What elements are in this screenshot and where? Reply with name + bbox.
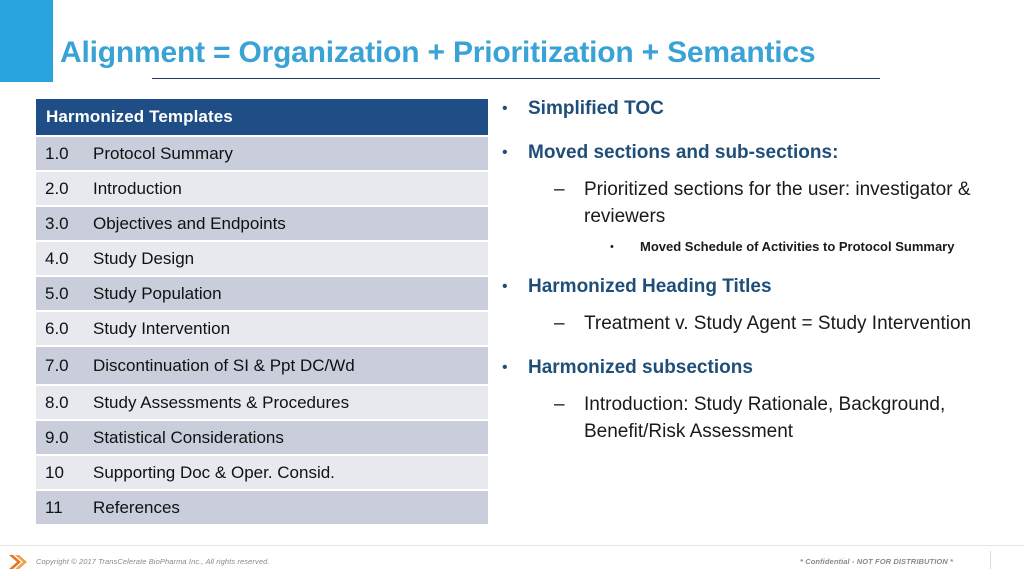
table-row: 11 References [36, 491, 488, 524]
table-row: 7.0 Discontinuation of SI & Ppt DC/Wd [36, 347, 488, 384]
table-cell-label: References [93, 497, 180, 517]
table-body: 1.0 Protocol Summary 2.0 Introduction 3.0 Obj… [36, 137, 488, 524]
bullet-item-level-1: • Harmonized Heading Titles [502, 274, 1002, 300]
table-row: 6.0 Study Intervention [36, 312, 488, 345]
transcelerate-logo-icon [8, 553, 28, 571]
dot-bullet-icon: • [502, 144, 508, 161]
bullet-item-level-1: • Harmonized subsections [502, 355, 1002, 381]
table-cell-number: 6.0 [45, 318, 69, 338]
table-cell-number: 4.0 [45, 248, 69, 268]
table-row: 10 Supporting Doc & Oper. Consid. [36, 456, 488, 489]
bullet-text: Harmonized subsections [528, 357, 753, 378]
table-cell-number: 3.0 [45, 213, 69, 233]
bullet-item-level-3: • Moved Schedule of Activities to Protoco… [502, 238, 1002, 256]
table-row: 2.0 Introduction [36, 172, 488, 205]
table-header: Harmonized Templates [36, 99, 488, 135]
table-row: 4.0 Study Design [36, 242, 488, 275]
table-cell-number: 2.0 [45, 178, 69, 198]
bullet-item-level-2: – Introduction: Study Rationale, Backgrou… [502, 391, 1002, 445]
table-cell-label: Study Population [93, 283, 222, 303]
harmonized-templates-table: Harmonized Templates 1.0 Protocol Summary… [36, 99, 488, 524]
table-row: 1.0 Protocol Summary [36, 137, 488, 170]
table-cell-label: Discontinuation of SI & Ppt DC/Wd [93, 355, 355, 375]
table-cell-label: Introduction [93, 178, 182, 198]
dot-bullet-icon: • [502, 100, 508, 117]
table-cell-label: Study Intervention [93, 318, 231, 338]
table-row: 5.0 Study Population [36, 277, 488, 310]
bullet-text: Treatment v. Study Agent = Study Interve… [584, 313, 972, 334]
title-divider [152, 78, 880, 79]
dot-bullet-icon: • [610, 241, 614, 253]
bullet-item-level-1: • Simplified TOC [502, 96, 1002, 122]
dash-bullet-icon: – [554, 394, 565, 415]
bullet-text: Moved Schedule of Activities to Protocol… [640, 239, 955, 254]
bullet-list: • Simplified TOC • Moved sections and sub-s… [502, 96, 1002, 445]
table-cell-number: 7.0 [45, 355, 69, 375]
table-cell-number: 8.0 [45, 392, 69, 412]
bullet-text: Simplified TOC [528, 98, 664, 119]
table-cell-number: 1.0 [45, 143, 69, 163]
confidential-text: * Confidential - NOT FOR DISTRIBUTION * [800, 557, 954, 566]
bullet-text: Harmonized Heading Titles [528, 276, 772, 297]
accent-block [0, 0, 53, 82]
dot-bullet-icon: • [502, 278, 508, 295]
table-cell-number: 9.0 [45, 427, 69, 447]
bullet-text: Prioritized sections for the user: inves… [584, 179, 971, 227]
page-title: Alignment = Organization + Prioritizatio… [60, 36, 816, 69]
table-cell-label: Objectives and Endpoints [93, 213, 286, 233]
bullet-text: Introduction: Study Rationale, Backgroun… [584, 394, 946, 442]
copyright-text: Copyright © 2017 TransCelerate BioPharma… [36, 557, 270, 566]
table-row: 8.0 Study Assessments & Procedures [36, 386, 488, 419]
bullet-item-level-2: – Prioritized sections for the user: inve… [502, 176, 1002, 230]
footer-divider-line [0, 545, 1024, 546]
table-cell-label: Supporting Doc & Oper. Consid. [93, 462, 335, 482]
dash-bullet-icon: – [554, 179, 565, 200]
table-cell-number: 10 [45, 462, 64, 482]
footer-right-divider [990, 551, 991, 569]
table-cell-label: Study Assessments & Procedures [93, 392, 350, 412]
table-cell-label: Study Design [93, 248, 195, 268]
bullet-item-level-1: • Moved sections and sub-sections: [502, 140, 1002, 166]
table-row: 3.0 Objectives and Endpoints [36, 207, 488, 240]
table-cell-label: Protocol Summary [93, 143, 233, 163]
table-cell-number: 5.0 [45, 283, 69, 303]
bullet-item-level-2: – Treatment v. Study Agent = Study Interv… [502, 310, 1002, 337]
table-cell-number: 11 [45, 497, 63, 517]
dot-bullet-icon: • [502, 359, 508, 376]
bullet-text: Moved sections and sub-sections: [528, 142, 839, 163]
table-row: 9.0 Statistical Considerations [36, 421, 488, 454]
dash-bullet-icon: – [554, 313, 565, 334]
table-cell-label: Statistical Considerations [93, 427, 284, 447]
